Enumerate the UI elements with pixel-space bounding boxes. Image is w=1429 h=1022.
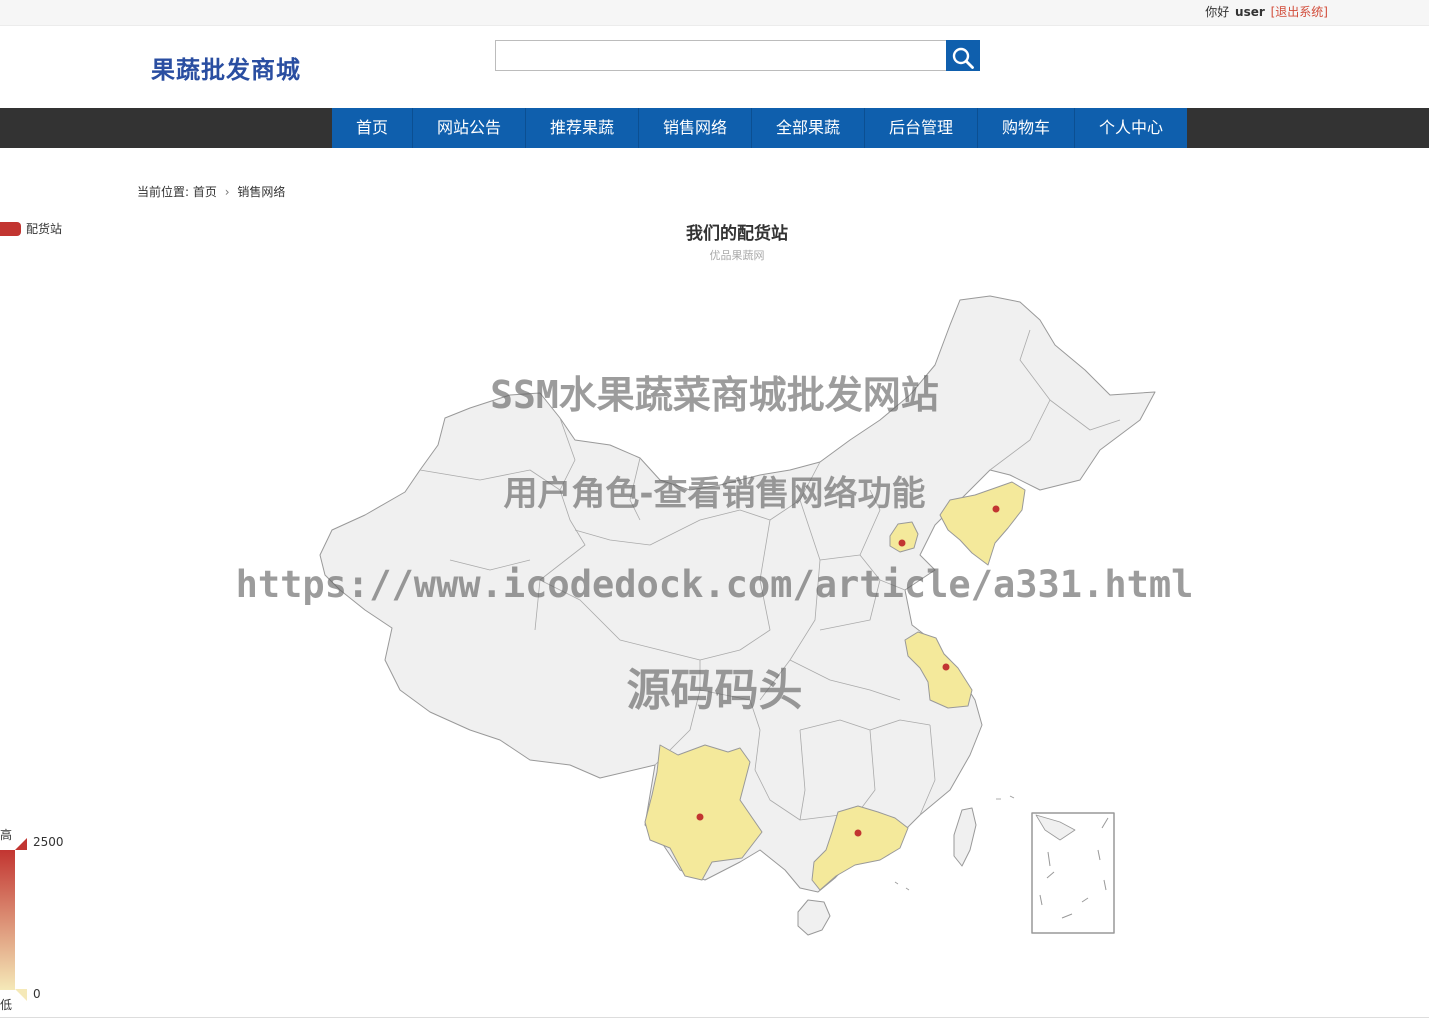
- nav-item-sales-network[interactable]: 销售网络: [639, 108, 752, 148]
- visual-map-min-handle[interactable]: [15, 989, 29, 1001]
- south-china-sea-inset: [1031, 812, 1115, 934]
- station-point-beijing[interactable]: [898, 539, 906, 547]
- username: user: [1235, 5, 1265, 19]
- nav-item-home[interactable]: 首页: [332, 108, 413, 148]
- nav-item-all-products[interactable]: 全部果蔬: [752, 108, 865, 148]
- breadcrumb-home[interactable]: 首页: [193, 185, 217, 199]
- chevron-right-icon: ›: [224, 185, 230, 199]
- greeting-text: 你好: [1205, 5, 1230, 19]
- station-point-yunnan[interactable]: [696, 813, 704, 821]
- map-hainan: [797, 899, 831, 936]
- nav-item-admin[interactable]: 后台管理: [865, 108, 978, 148]
- breadcrumb-prefix: 当前位置:: [137, 185, 190, 199]
- nav-item-cart[interactable]: 购物车: [978, 108, 1075, 148]
- logout-link[interactable]: [退出系统]: [1271, 5, 1328, 19]
- top-bar: 你好 user [退出系统]: [0, 0, 1429, 26]
- nav-item-profile[interactable]: 个人中心: [1075, 108, 1187, 148]
- visual-map-low-label: 低: [0, 998, 13, 1012]
- nav-item-recommended[interactable]: 推荐果蔬: [526, 108, 639, 148]
- visual-map-high-label: 高: [0, 828, 13, 842]
- visual-map-bar[interactable]: [0, 850, 15, 990]
- search-input[interactable]: [495, 40, 946, 71]
- user-info: 你好 user [退出系统]: [1205, 3, 1328, 20]
- map-subtitle: 优品果蔬网: [709, 249, 765, 262]
- map-taiwan: [953, 807, 977, 867]
- site-logo[interactable]: 果蔬批发商城: [151, 50, 301, 85]
- breadcrumb: 当前位置: 首页 › 销售网络: [137, 183, 285, 200]
- map-legend-item[interactable]: 配货站: [0, 220, 62, 237]
- search-button[interactable]: [946, 40, 980, 71]
- visual-map-max-handle[interactable]: [15, 838, 29, 850]
- nav-item-announcements[interactable]: 网站公告: [413, 108, 526, 148]
- station-point-liaoning[interactable]: [992, 505, 1000, 513]
- visual-map-min: 0: [33, 987, 41, 1001]
- china-map[interactable]: [300, 280, 1180, 960]
- search-icon: [952, 47, 974, 69]
- breadcrumb-current: 销售网络: [237, 185, 286, 199]
- map-title: 我们的配货站: [686, 224, 788, 244]
- station-point-guangdong[interactable]: [854, 829, 862, 837]
- page-bottom-divider: [0, 1017, 1429, 1018]
- nav-list: 首页 网站公告 推荐果蔬 销售网络 全部果蔬 后台管理 购物车 个人中心: [332, 108, 1187, 148]
- visual-map-max: 2500: [33, 835, 64, 849]
- legend-swatch: [0, 221, 21, 236]
- main-navbar: 首页 网站公告 推荐果蔬 销售网络 全部果蔬 后台管理 购物车 个人中心: [0, 108, 1429, 148]
- station-point-anhui[interactable]: [942, 663, 950, 671]
- legend-label: 配货站: [26, 222, 63, 236]
